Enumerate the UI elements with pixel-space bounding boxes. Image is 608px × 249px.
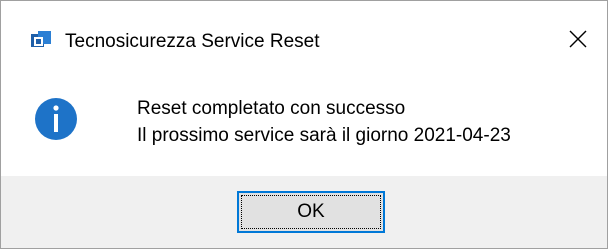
message-line-1: Reset completato con successo [137,98,406,119]
info-icon [34,97,78,141]
message-dialog: Tecnosicurezza Service Reset Reset compl… [0,0,608,249]
dialog-footer: OK [1,176,607,248]
close-icon [569,30,587,48]
title-bar[interactable]: Tecnosicurezza Service Reset [1,1,607,58]
message-line-2: Il prossimo service sarà il giorno 2021-… [137,125,511,146]
window-title: Tecnosicurezza Service Reset [65,31,320,52]
dialog-message: Reset completato con successo Il prossim… [137,95,511,149]
ok-button-label: OK [297,201,325,222]
close-button[interactable] [549,19,607,59]
ok-button[interactable]: OK [237,191,385,233]
app-window-icon [31,31,51,51]
dialog-content: Reset completato con successo Il prossim… [1,67,607,177]
